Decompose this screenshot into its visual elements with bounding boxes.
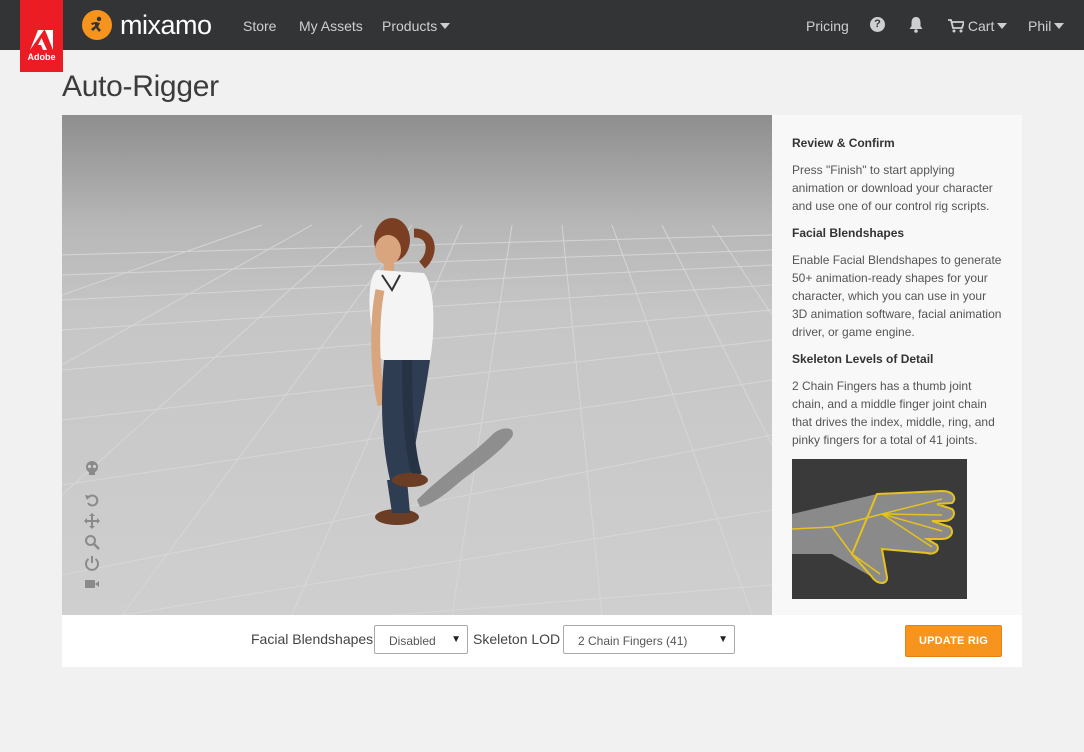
notifications-bell-icon[interactable]: [908, 16, 924, 34]
section-text-review: Press "Finish" to start applying animati…: [792, 163, 993, 213]
select-caret-icon: ▼: [451, 634, 461, 645]
viewport-scene: [62, 115, 772, 615]
app-name: mixamo: [120, 9, 212, 40]
3d-viewport[interactable]: [62, 115, 772, 615]
nav-cart-label: Cart: [967, 18, 995, 34]
section-text-skeleton-lod: 2 Chain Fingers has a thumb joint chain,…: [792, 379, 995, 447]
nav-products-label: Products: [382, 18, 438, 34]
nav-user-menu[interactable]: Phil: [1028, 17, 1065, 35]
nav-products[interactable]: Products: [382, 17, 451, 35]
skeleton-lod-select[interactable]: 2 Chain Fingers (41) ▼: [563, 625, 735, 654]
section-heading-skeleton-lod: Skeleton Levels of Detail: [792, 352, 934, 366]
page-title: Auto-Rigger: [62, 70, 219, 103]
user-name: Phil: [1028, 18, 1052, 34]
caret-down-icon: [1054, 23, 1065, 29]
hand-skeleton-diagram: [791, 459, 967, 599]
top-navbar: Adobe mixamo Store My Assets Products Pr…: [0, 0, 1084, 72]
update-rig-button[interactable]: UPDATE RIG: [905, 625, 1002, 657]
rig-options-bar: Facial Blendshapes Disabled ▼ Skeleton L…: [62, 615, 1022, 667]
info-sidebar: Review & Confirm Press "Finish" to start…: [772, 115, 1022, 615]
caret-down-icon: [997, 23, 1008, 29]
cart-icon: [948, 19, 966, 33]
adobe-label: Adobe: [27, 52, 56, 62]
nav-my-assets[interactable]: My Assets: [299, 17, 363, 35]
facial-blendshapes-value: Disabled: [389, 634, 436, 648]
zoom-icon[interactable]: [84, 534, 100, 550]
nav-store[interactable]: Store: [243, 17, 276, 35]
facial-blendshapes-label: Facial Blendshapes: [251, 631, 374, 647]
facial-blendshapes-select[interactable]: Disabled ▼: [374, 625, 468, 654]
select-caret-icon: ▼: [718, 634, 728, 645]
caret-down-icon: [440, 23, 451, 29]
camera-icon[interactable]: [84, 576, 100, 592]
help-icon[interactable]: ?: [870, 17, 885, 32]
section-text-blendshapes: Enable Facial Blendshapes to generate 50…: [792, 253, 1002, 339]
skeleton-lod-label: Skeleton LOD: [473, 631, 561, 647]
move-icon[interactable]: [84, 513, 100, 529]
power-icon[interactable]: [84, 555, 100, 571]
nav-pricing[interactable]: Pricing: [806, 17, 849, 35]
skeleton-lod-value: 2 Chain Fingers (41): [578, 634, 688, 648]
adobe-a-icon: [30, 30, 53, 50]
mixamo-logo[interactable]: mixamo: [82, 9, 212, 41]
running-man-icon: [82, 10, 112, 40]
nav-cart[interactable]: Cart: [948, 17, 1008, 35]
adobe-logo[interactable]: Adobe: [20, 0, 63, 72]
section-heading-blendshapes: Facial Blendshapes: [792, 226, 905, 240]
undo-icon[interactable]: [84, 492, 100, 508]
section-heading-review: Review & Confirm: [792, 136, 895, 150]
skeleton-icon[interactable]: [84, 460, 100, 476]
